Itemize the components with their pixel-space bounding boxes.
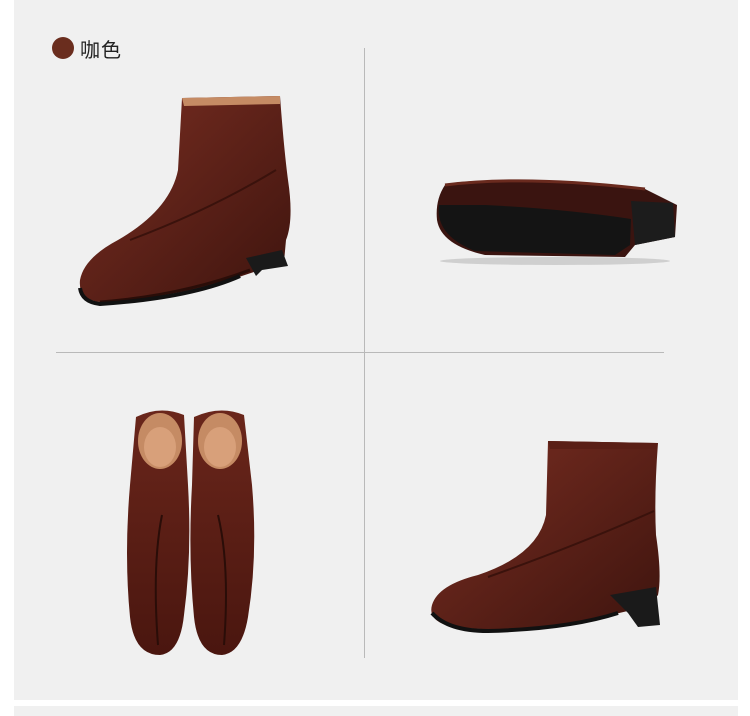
boot-sole-view: [436, 179, 677, 265]
boot-pair-top-view: [127, 410, 255, 655]
boot-side-view-left: [78, 96, 291, 307]
color-label: 咖色: [52, 34, 122, 62]
color-swatch: [52, 37, 74, 59]
boot-side-view-right: [430, 441, 660, 634]
bottom-divider-strip: [14, 706, 738, 716]
color-name: 咖色: [80, 37, 122, 62]
horizontal-divider: [56, 352, 664, 353]
vertical-divider: [364, 48, 365, 658]
